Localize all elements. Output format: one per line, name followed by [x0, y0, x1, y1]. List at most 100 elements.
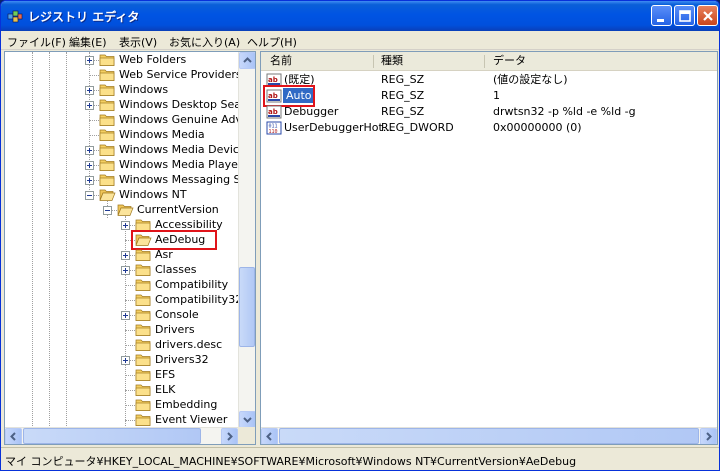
maximize-button[interactable]	[674, 5, 695, 26]
value-row[interactable]: ab (既定) REG_SZ (値の設定なし)	[261, 72, 701, 88]
tree-item[interactable]: Web Service Providers	[5, 68, 242, 83]
menu-edit[interactable]: 編集(E)	[69, 34, 107, 50]
menu-help[interactable]: ヘルプ(H)	[247, 34, 297, 50]
tree-item-label: drivers.desc	[155, 338, 223, 351]
tree-item-label: Console	[155, 308, 199, 321]
tree-scroll-right-button[interactable]	[221, 428, 238, 444]
tree-item-label: Event Viewer	[155, 413, 228, 426]
tree-scroll-down-button[interactable]	[239, 411, 255, 428]
menu-view[interactable]: 表示(V)	[119, 34, 157, 50]
tree-scroll-left-button[interactable]	[5, 428, 22, 444]
tree-item-label: Windows Genuine Advant	[119, 113, 256, 126]
tree-item[interactable]: Compatibility32	[5, 293, 243, 308]
key-tree-pane[interactable]: Web Folders Web Service Providers Windows W…	[4, 51, 256, 445]
tree-item[interactable]: Windows Genuine Advant	[5, 113, 255, 128]
tree-horizontal-scrollbar[interactable]	[5, 427, 238, 444]
folder-icon	[135, 354, 151, 366]
column-header-data[interactable]: データ	[493, 52, 526, 70]
tree-item[interactable]: Windows	[5, 83, 241, 98]
status-key-path: マイ コンピュータ¥HKEY_LOCAL_MACHINE¥SOFTWARE¥Mi…	[5, 455, 577, 468]
tree-item[interactable]: Classes	[5, 263, 241, 278]
tree-item-label: Windows NT	[119, 188, 187, 201]
collapse-minus-icon[interactable]	[103, 206, 112, 215]
folder-icon	[135, 339, 151, 351]
column-header-type[interactable]: 種類	[381, 52, 403, 70]
tree-item-label: Compatibility32	[155, 293, 243, 306]
tree-item[interactable]: EFS	[5, 368, 241, 383]
tree-item[interactable]: Embedding	[5, 398, 241, 413]
list-hscroll-thumb[interactable]	[279, 428, 699, 444]
value-row[interactable]: ab Debugger REG_SZ drwtsn32 -p %ld -e %ld -…	[261, 104, 701, 120]
selected-key-highlight	[131, 230, 217, 250]
tree-item[interactable]: Event Viewer	[5, 413, 241, 428]
tree-item-label: Windows Messaging Subs	[119, 173, 256, 186]
tree-item[interactable]: Windows Desktop Search	[5, 98, 255, 113]
value-data: drwtsn32 -p %ld -e %ld -g	[493, 105, 636, 118]
list-scroll-left-button[interactable]	[261, 428, 278, 444]
tree-item-label: Asr	[155, 248, 173, 261]
tree-item-label: Windows	[119, 83, 169, 96]
tree-scroll-thumb[interactable]	[239, 267, 255, 347]
svg-text:ab: ab	[268, 76, 278, 84]
value-row[interactable]: ab Auto REG_SZ 1	[261, 85, 701, 107]
collapse-minus-icon[interactable]	[85, 191, 94, 200]
expand-plus-icon[interactable]	[85, 101, 94, 110]
tree-item[interactable]: Compatibility	[5, 278, 241, 293]
expand-plus-icon[interactable]	[121, 311, 130, 320]
value-row[interactable]: 011 110 UserDebuggerHot... REG_DWORD 0x00000…	[261, 120, 701, 136]
menu-file[interactable]: ファイル(F)	[7, 34, 66, 50]
expand-plus-icon[interactable]	[85, 146, 94, 155]
tree-item[interactable]: ELK	[5, 383, 241, 398]
tree-item[interactable]: Windows Media	[5, 128, 241, 143]
tree-vertical-scrollbar[interactable]	[238, 52, 255, 428]
tree-item[interactable]: Drivers32	[5, 353, 241, 368]
tree-item[interactable]: Drivers	[5, 323, 241, 338]
minimize-button[interactable]	[651, 5, 672, 26]
close-button[interactable]	[697, 5, 718, 26]
value-type: REG_SZ	[381, 89, 425, 102]
folder-icon	[99, 69, 115, 81]
value-list-pane[interactable]: 名前 種類 データ ab (既定) REG_SZ (値の設定なし) ab Auto REG_…	[260, 51, 718, 445]
value-type: REG_SZ	[381, 105, 425, 118]
column-header-name[interactable]: 名前	[270, 52, 292, 70]
expand-plus-icon[interactable]	[121, 356, 130, 365]
menu-favorites[interactable]: お気に入り(A)	[169, 34, 240, 50]
expand-plus-icon[interactable]	[121, 251, 130, 260]
tree-item-label: ELK	[155, 383, 176, 396]
tree-item[interactable]: Console	[5, 308, 241, 323]
tree-item[interactable]: AeDebug	[5, 230, 241, 250]
column-separator[interactable]	[373, 55, 374, 68]
tree-item[interactable]: Windows Messaging Subs	[5, 173, 255, 188]
list-horizontal-scrollbar[interactable]	[261, 427, 717, 444]
title-bar[interactable]: レジストリ エディタ	[1, 1, 719, 31]
registry-editor-window: レジストリ エディタ ファイル(F) 編集(E) 表示(V) お気に入り(A) …	[0, 0, 720, 471]
value-type: REG_SZ	[381, 73, 425, 86]
folder-icon	[135, 249, 151, 261]
tree-item[interactable]: Windows Media Player N	[5, 158, 254, 173]
tree-hscroll-thumb[interactable]	[23, 428, 201, 444]
expand-plus-icon[interactable]	[85, 176, 94, 185]
expand-plus-icon[interactable]	[85, 161, 94, 170]
tree-item[interactable]: Windows Media Device M	[5, 143, 255, 158]
tree-item[interactable]: Asr	[5, 248, 241, 263]
tree-item-label: Web Service Providers	[119, 68, 242, 81]
tree-item-label: Windows Media Device M	[119, 143, 256, 156]
expand-plus-icon[interactable]	[85, 86, 94, 95]
tree-item[interactable]: drivers.desc	[5, 338, 241, 353]
expand-plus-icon[interactable]	[121, 221, 130, 230]
expand-plus-icon[interactable]	[121, 266, 130, 275]
string-value-icon: ab	[266, 105, 282, 119]
column-separator[interactable]	[484, 55, 485, 68]
tree-item[interactable]: Windows NT	[5, 188, 241, 203]
folder-icon	[99, 174, 115, 186]
folder-icon	[135, 384, 151, 396]
folder-icon	[99, 159, 115, 171]
tree-scroll-up-button[interactable]	[239, 52, 255, 69]
folder-icon	[135, 369, 151, 381]
expand-plus-icon[interactable]	[85, 56, 94, 65]
tree-item-label: CurrentVersion	[137, 203, 219, 216]
tree-item[interactable]: CurrentVersion	[5, 203, 241, 218]
status-bar: マイ コンピュータ¥HKEY_LOCAL_MACHINE¥SOFTWARE¥Mi…	[1, 447, 719, 470]
list-scroll-right-button[interactable]	[700, 428, 717, 444]
tree-item[interactable]: Web Folders	[5, 53, 241, 68]
